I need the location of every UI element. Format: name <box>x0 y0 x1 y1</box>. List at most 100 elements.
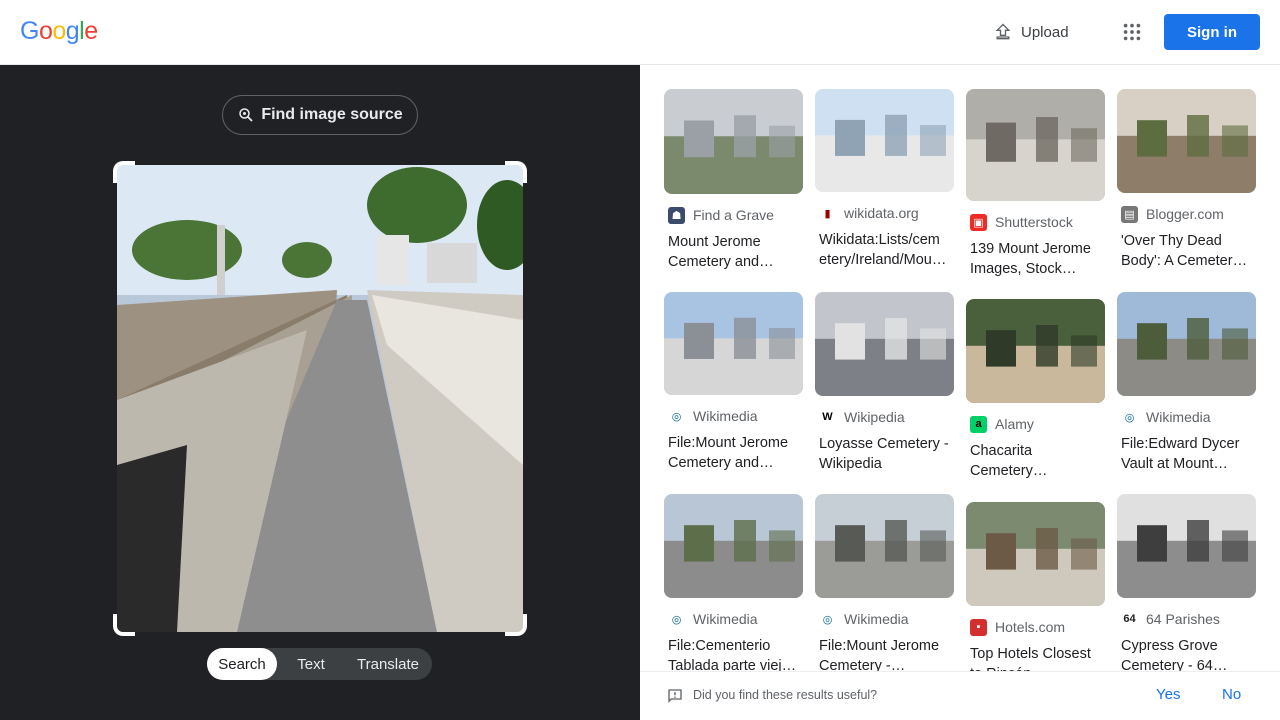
result-card[interactable]: ◎ Wikimedia File:Mount Jerome Cemetery -… <box>815 494 954 676</box>
result-thumbnail[interactable] <box>966 502 1105 606</box>
result-source-name: Hotels.com <box>995 619 1066 635</box>
result-source-name: Wikimedia <box>844 611 909 627</box>
result-card[interactable]: ◎ Wikimedia File:Edward Dycer Vault at Mou… <box>1117 292 1256 474</box>
crop-handle-bottom-right[interactable] <box>505 614 527 636</box>
feedback-question: Did you find these results useful? <box>693 688 878 702</box>
result-source-name: Shutterstock <box>995 214 1073 230</box>
result-source-name: Blogger.com <box>1146 206 1224 222</box>
result-title[interactable]: Loyasse Cemetery - Wikipedia <box>815 434 954 474</box>
wikipedia-icon: W <box>819 408 836 426</box>
shutterstock-icon: ▣ <box>970 213 987 231</box>
result-title[interactable]: Wikidata:Lists/cem etery/Ireland/Mou… <box>815 230 954 270</box>
result-source-name: wikidata.org <box>844 205 919 221</box>
result-source-name: Wikipedia <box>844 409 905 425</box>
top-bar: Google Upload Sign in <box>0 0 1280 65</box>
result-source[interactable]: 64 64 Parishes <box>1117 610 1256 628</box>
result-source[interactable]: a Alamy <box>966 415 1105 433</box>
result-card[interactable]: ▪Hotels.comTop Hotels Closest to Rincón… <box>966 502 1105 684</box>
lens-search-icon <box>239 108 253 122</box>
result-thumbnail[interactable] <box>664 89 803 194</box>
result-thumbnail[interactable] <box>1117 292 1256 396</box>
result-source[interactable]: ◎ Wikimedia <box>664 610 803 628</box>
result-source[interactable]: ☗ Find a Grave <box>664 206 803 224</box>
wikimedia-icon: ◎ <box>819 610 836 628</box>
crop-selection[interactable] <box>113 161 527 636</box>
result-source[interactable]: ◎ Wikimedia <box>1117 408 1256 426</box>
result-thumbnail[interactable] <box>664 494 803 598</box>
logo-letter: G <box>20 17 39 45</box>
sign-in-button[interactable]: Sign in <box>1164 14 1260 50</box>
result-card[interactable]: W Wikipedia Loyasse Cemetery - Wikipedia <box>815 292 954 474</box>
result-source[interactable]: ▮ wikidata.org <box>815 204 954 222</box>
upload-button[interactable]: Upload <box>985 16 1077 48</box>
google-logo[interactable]: Google <box>20 17 98 46</box>
result-thumbnail[interactable] <box>664 292 803 395</box>
result-title[interactable]: 'Over Thy Dead Body': A Cemeter… <box>1117 231 1256 271</box>
result-source-name: Wikimedia <box>693 611 758 627</box>
result-thumbnail[interactable] <box>966 89 1105 201</box>
upload-label: Upload <box>1021 23 1069 41</box>
wikimedia-icon: ◎ <box>668 610 685 628</box>
result-title[interactable]: Cypress Grove Cemetery - 64… <box>1117 636 1256 676</box>
result-source-name: 64 Parishes <box>1146 611 1220 627</box>
result-thumbnail[interactable] <box>1117 89 1256 193</box>
result-card[interactable]: ◎ Wikimedia File:Mount Jerome Cemetery and… <box>664 292 803 473</box>
result-title[interactable]: File:Mount Jerome Cemetery and… <box>664 433 803 473</box>
search-mode-tab[interactable]: Search <box>207 648 277 680</box>
find-image-source-label: Find image source <box>261 106 403 123</box>
result-source-name: Find a Grave <box>693 207 774 223</box>
result-title[interactable]: Chacarita Cemetery… <box>966 441 1105 481</box>
result-source[interactable]: ▪ Hotels.com <box>966 618 1105 636</box>
result-source-name: Wikimedia <box>693 408 758 424</box>
text-mode-tab[interactable]: Text <box>277 648 345 680</box>
image-preview-panel: Find image source Search Text Translate <box>0 65 640 720</box>
result-title[interactable]: Mount Jerome Cemetery and… <box>664 232 803 272</box>
query-image <box>117 165 523 632</box>
find-image-source-button[interactable]: Find image source <box>222 95 418 135</box>
result-source[interactable]: ◎ Wikimedia <box>815 610 954 628</box>
64-parishes-icon: 64 <box>1121 610 1138 628</box>
logo-letter: o <box>52 17 66 45</box>
wikidata-icon: ▮ <box>819 204 836 222</box>
blogger-icon: ▤ <box>1121 205 1138 223</box>
logo-letter: g <box>65 17 80 45</box>
result-thumbnail[interactable] <box>815 494 954 598</box>
result-card[interactable]: ▮ wikidata.org Wikidata:Lists/cem etery/Ir… <box>815 89 954 270</box>
crop-handle-bottom-left[interactable] <box>113 614 135 636</box>
result-thumbnail[interactable] <box>815 89 954 192</box>
logo-letter: e <box>84 17 98 45</box>
result-title[interactable]: File:Edward Dycer Vault at Mount… <box>1117 434 1256 474</box>
feedback-no-button[interactable]: No <box>1222 686 1241 703</box>
result-source[interactable]: ◎ Wikimedia <box>664 407 803 425</box>
result-title[interactable]: File:Cementerio Tablada parte viej… <box>664 636 803 676</box>
result-thumbnail[interactable] <box>966 299 1105 403</box>
result-source[interactable]: ▣ Shutterstock <box>966 213 1105 231</box>
result-source[interactable]: W Wikipedia <box>815 408 954 426</box>
result-source-name: Alamy <box>995 416 1034 432</box>
result-thumbnail[interactable] <box>815 292 954 396</box>
result-source[interactable]: ▤ Blogger.com <box>1117 205 1256 223</box>
feedback-yes-button[interactable]: Yes <box>1156 686 1180 703</box>
crop-handle-top-left[interactable] <box>113 161 135 183</box>
result-card[interactable]: ◎ Wikimedia File:Cementerio Tablada parte … <box>664 494 803 676</box>
result-title[interactable]: File:Mount Jerome Cemetery -… <box>815 636 954 676</box>
wikimedia-icon: ◎ <box>1121 408 1138 426</box>
wikimedia-icon: ◎ <box>668 407 685 425</box>
crop-handle-top-right[interactable] <box>505 161 527 183</box>
feedback-icon <box>668 689 682 703</box>
visual-matches-panel: ☗ Find a Grave Mount Jerome Cemetery and… ▮… <box>640 65 1280 720</box>
logo-letter: o <box>38 17 53 45</box>
result-card[interactable]: 64 64 Parishes Cypress Grove Cemetery - 64… <box>1117 494 1256 676</box>
result-thumbnail[interactable] <box>1117 494 1256 598</box>
mode-switcher: Search Text Translate <box>207 648 432 680</box>
apps-grid-icon[interactable] <box>1118 18 1146 46</box>
translate-mode-tab[interactable]: Translate <box>345 648 431 680</box>
findagrave-icon: ☗ <box>668 206 685 224</box>
hotels-icon: ▪ <box>970 618 987 636</box>
result-card[interactable]: a Alamy Chacarita Cemetery… <box>966 299 1105 481</box>
result-title[interactable]: 139 Mount Jerome Images, Stock… <box>966 239 1105 279</box>
result-card[interactable]: ☗ Find a Grave Mount Jerome Cemetery and… <box>664 89 803 272</box>
result-card[interactable]: ▣ Shutterstock 139 Mount Jerome Images, St… <box>966 89 1105 279</box>
result-card[interactable]: ▤ Blogger.com 'Over Thy Dead Body': A Ceme… <box>1117 89 1256 271</box>
upload-icon <box>995 23 1011 40</box>
